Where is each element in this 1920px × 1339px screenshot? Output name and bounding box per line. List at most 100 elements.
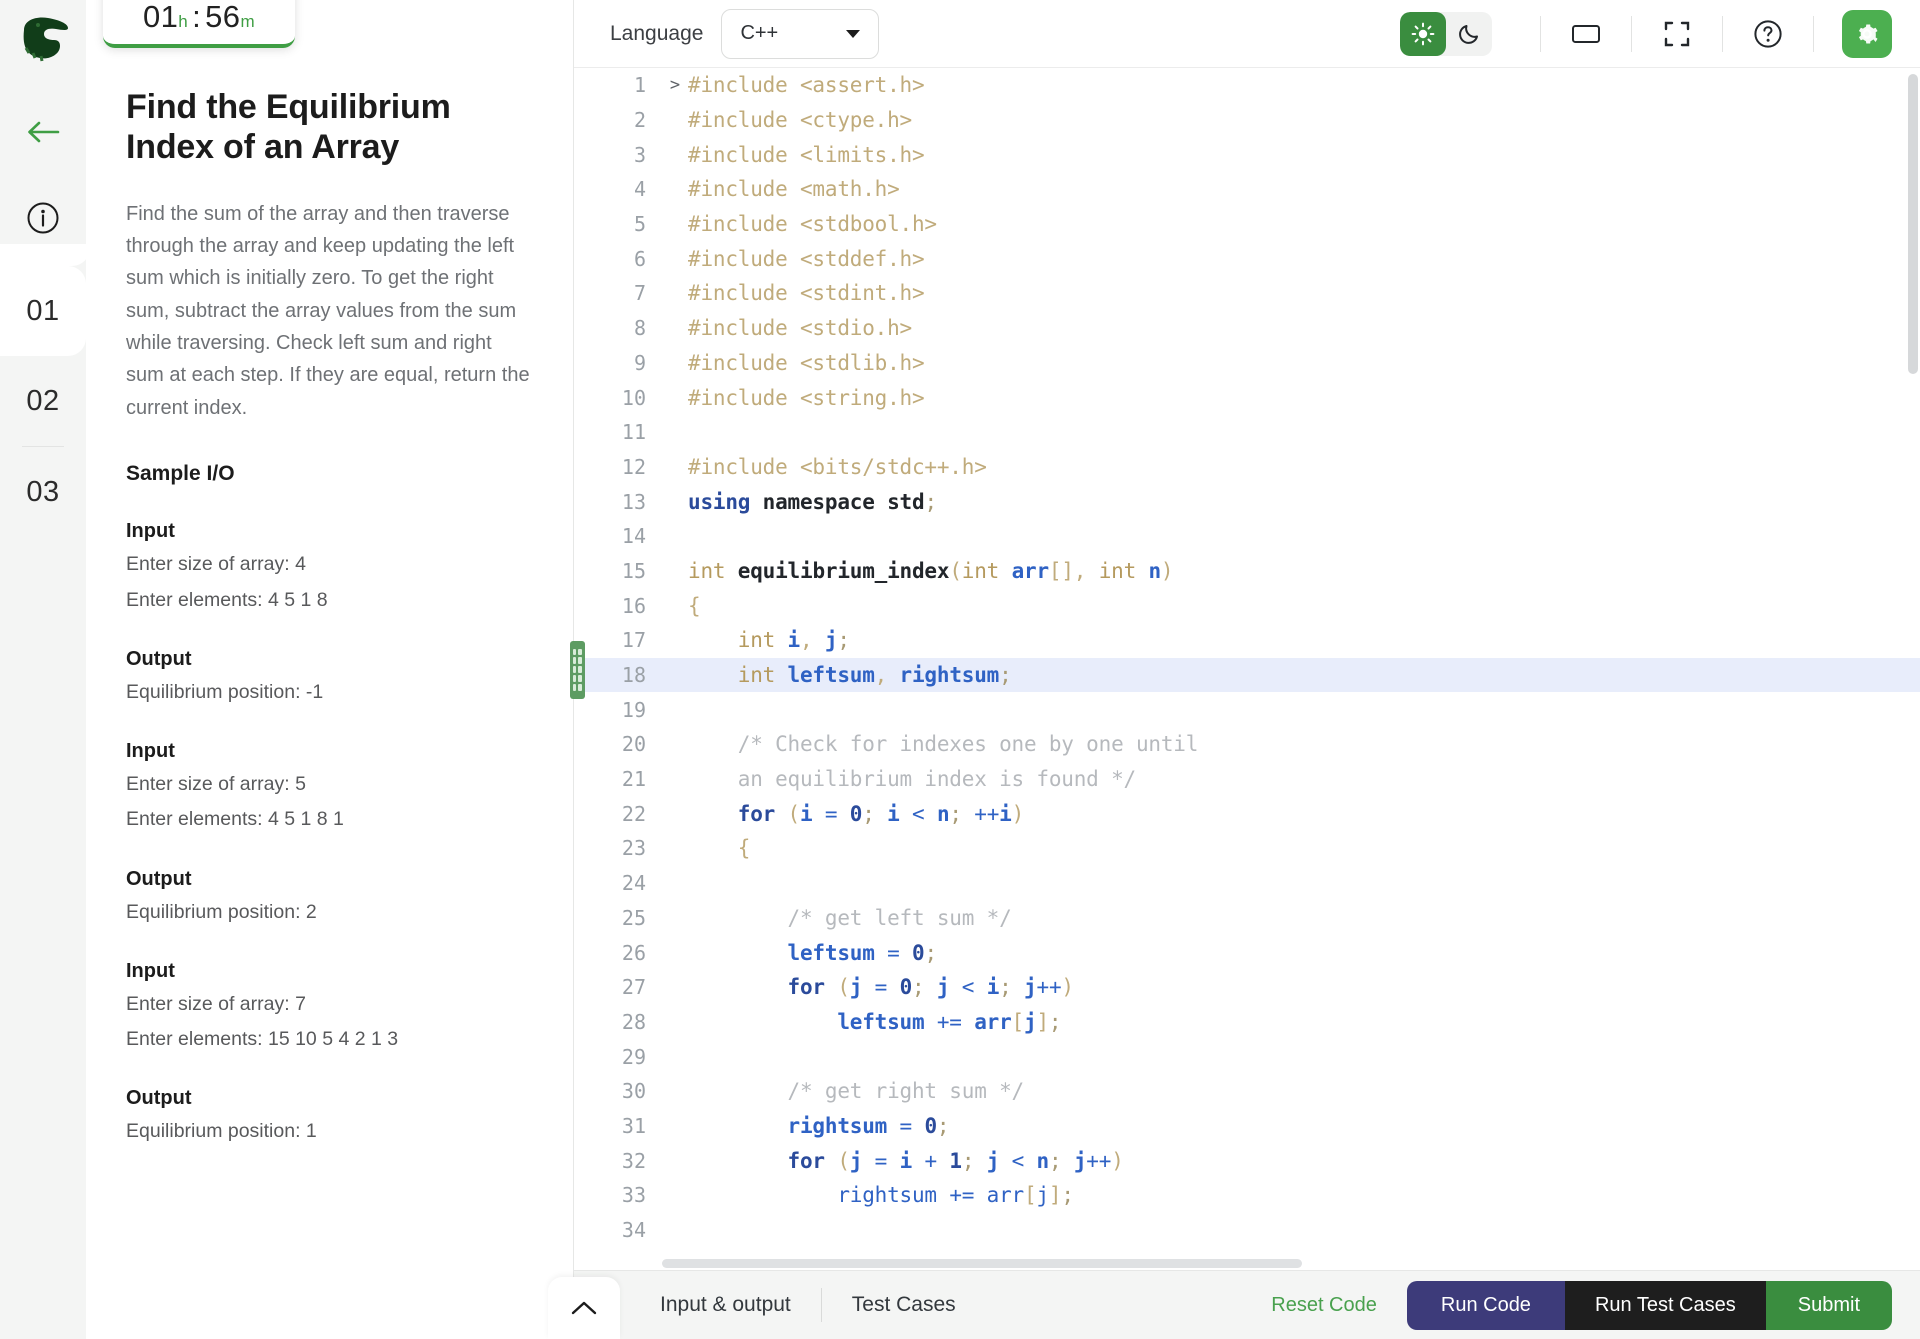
code-line[interactable]: 9 #include <stdlib.h>: [574, 346, 1920, 381]
code-line[interactable]: 11: [574, 415, 1920, 450]
code-line[interactable]: 13 using namespace std;: [574, 484, 1920, 519]
line-number: 9: [633, 350, 646, 375]
sample-io-list: Input Enter size of array: 4 Enter eleme…: [126, 520, 533, 1145]
sidebar-item-03[interactable]: 03: [0, 447, 86, 537]
code-line[interactable]: 20 /* Check for indexes one by one until: [574, 727, 1920, 762]
code-line[interactable]: 32 for (j = i + 1; j < n; j++): [574, 1143, 1920, 1178]
code-text: int equilibrium_index(int arr[], int n): [688, 558, 1174, 583]
code-line[interactable]: 21 an equilibrium index is found */: [574, 762, 1920, 797]
code-line[interactable]: 4 #include <math.h>: [574, 172, 1920, 207]
code-line[interactable]: 15 int equilibrium_index(int arr[], int n…: [574, 554, 1920, 589]
code-line[interactable]: 28 leftsum += arr[j];: [574, 1005, 1920, 1040]
code-lines[interactable]: 1 > #include <assert.h> 2 #include <ctype.h>…: [574, 68, 1920, 1247]
code-line[interactable]: 2 #include <ctype.h>: [574, 103, 1920, 138]
line-number: 18: [621, 663, 646, 688]
line-number: 28: [621, 1009, 646, 1034]
code-text: leftsum = 0;: [688, 940, 938, 965]
editor-horizontal-scrollbar[interactable]: [662, 1259, 1302, 1268]
code-line[interactable]: 16 {: [574, 588, 1920, 623]
code-line[interactable]: 30 /* get right sum */: [574, 1074, 1920, 1109]
tab-test-cases[interactable]: Test Cases: [852, 1293, 956, 1317]
input-line: Enter elements: 4 5 1 8: [126, 588, 328, 611]
code-text: #include <stddef.h>: [688, 246, 925, 271]
code-line[interactable]: 3 #include <limits.h>: [574, 137, 1920, 172]
editor-vertical-scrollbar[interactable]: [1908, 74, 1918, 374]
sidebar-item-02[interactable]: 02: [0, 356, 86, 446]
back-button[interactable]: [17, 106, 69, 158]
timer-hours-unit: h: [178, 12, 189, 31]
code-line[interactable]: 23 {: [574, 831, 1920, 866]
line-number: 21: [621, 767, 646, 792]
line-number: 13: [621, 489, 646, 514]
action-button-group: Run Code Run Test Cases Submit: [1406, 1280, 1892, 1330]
code-line[interactable]: 27 for (j = 0; j < i; j++): [574, 970, 1920, 1005]
theme-toggle[interactable]: [1400, 11, 1492, 56]
code-line[interactable]: 5 #include <stdbool.h>: [574, 207, 1920, 242]
dark-theme-button[interactable]: [1446, 12, 1492, 56]
code-line[interactable]: 33 rightsum += arr[j];: [574, 1178, 1920, 1213]
code-text: rightsum = 0;: [688, 1113, 950, 1138]
code-text: #include <bits/stdc++.h>: [688, 454, 987, 479]
code-text: #include <stdbool.h>: [688, 212, 937, 237]
line-number: 4: [633, 177, 646, 202]
sidebar-item-01-label: 01: [26, 294, 60, 327]
code-line[interactable]: 17 int i, j;: [574, 623, 1920, 658]
code-line[interactable]: 22 for (i = 0; i < n; ++i): [574, 796, 1920, 831]
code-line[interactable]: 6 #include <stddef.h>: [574, 241, 1920, 276]
code-line[interactable]: 26 leftsum = 0;: [574, 935, 1920, 970]
code-line[interactable]: 19: [574, 692, 1920, 727]
sample-io-item: Input Enter size of array: 5 Enter eleme…: [126, 740, 533, 926]
output-line: Equilibrium position: -1: [126, 680, 324, 703]
code-editor[interactable]: 1 > #include <assert.h> 2 #include <ctype.h>…: [574, 68, 1920, 1270]
layout-button[interactable]: [1563, 12, 1609, 56]
code-line[interactable]: 14: [574, 519, 1920, 554]
problem-description: Find the sum of the array and then trave…: [126, 202, 530, 419]
code-line[interactable]: 24: [574, 866, 1920, 901]
code-line[interactable]: 29: [574, 1039, 1920, 1074]
code-text: /* get right sum */: [688, 1079, 1025, 1104]
language-label: Language: [610, 21, 704, 45]
code-line[interactable]: 10 #include <string.h>: [574, 380, 1920, 415]
crocodile-logo-icon[interactable]: [13, 10, 73, 66]
line-number: 16: [621, 593, 646, 618]
timer-minutes-unit: m: [240, 12, 256, 31]
settings-button[interactable]: [1842, 9, 1892, 58]
light-theme-button[interactable]: [1400, 11, 1446, 56]
submit-button[interactable]: Submit: [1765, 1280, 1892, 1330]
code-line[interactable]: 1 > #include <assert.h>: [574, 68, 1920, 103]
code-line[interactable]: 31 rightsum = 0;: [574, 1109, 1920, 1144]
line-number: 8: [633, 316, 646, 341]
editor-side: Language C++ 1 > #include <assert.h> 2 #…: [548, 0, 1920, 1339]
fold-marker-icon[interactable]: >: [662, 75, 688, 95]
splitter-grip-handle[interactable]: [569, 640, 585, 699]
code-line[interactable]: 34: [574, 1213, 1920, 1248]
reset-code-button[interactable]: Reset Code: [1271, 1294, 1377, 1317]
code-line[interactable]: 7 #include <stdint.h>: [574, 276, 1920, 311]
line-number: 25: [621, 905, 646, 930]
code-text: for (j = 0; j < i; j++): [688, 975, 1075, 1000]
code-line[interactable]: 18 int leftsum, rightsum;: [574, 657, 1920, 693]
tab-input-output[interactable]: Input & output: [660, 1293, 791, 1317]
code-line[interactable]: 25 /* get left sum */: [574, 901, 1920, 936]
line-number: 11: [621, 420, 646, 445]
line-number: 27: [621, 975, 646, 1000]
info-button[interactable]: [17, 192, 69, 244]
toolbar-divider: [1813, 15, 1814, 52]
output-line: Equilibrium position: 2: [126, 900, 317, 923]
code-text: #include <stdio.h>: [688, 316, 912, 341]
code-text: #include <ctype.h>: [688, 108, 912, 133]
language-select[interactable]: C++: [721, 8, 880, 59]
problem-panel: 01h:56m Find the Equilibrium Index of an…: [86, 0, 574, 1339]
output-line: Equilibrium position: 1: [126, 1120, 317, 1143]
moon-icon: [1459, 24, 1478, 44]
run-code-button[interactable]: Run Code: [1406, 1280, 1565, 1330]
run-test-cases-button[interactable]: Run Test Cases: [1564, 1280, 1766, 1330]
fullscreen-button[interactable]: [1654, 12, 1700, 56]
line-number: 10: [621, 385, 646, 410]
code-line[interactable]: 12 #include <bits/stdc++.h>: [574, 450, 1920, 485]
panel-splitter[interactable]: [568, 0, 586, 1339]
help-button[interactable]: [1745, 12, 1791, 56]
line-number: 5: [633, 212, 646, 237]
code-line[interactable]: 8 #include <stdio.h>: [574, 311, 1920, 346]
sidebar-item-01[interactable]: 01: [0, 244, 90, 356]
